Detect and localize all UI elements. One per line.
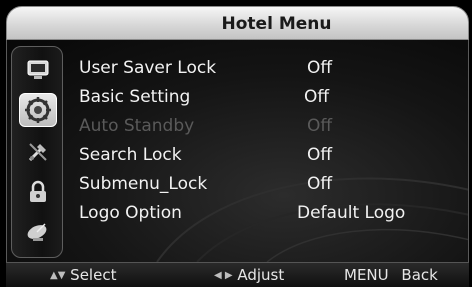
menu-item-submenu-lock[interactable]: Submenu_Lock Off [79, 170, 468, 198]
menu-item-value[interactable]: Off [307, 141, 332, 169]
menu-item-auto-standby: Auto Standby Off [79, 112, 468, 140]
help-adjust-label: Adjust [237, 266, 285, 284]
help-select: ▲▼ Select [50, 263, 116, 287]
settings-gear-icon[interactable] [19, 93, 57, 127]
title-bar: Hotel Menu [6, 6, 469, 40]
menu-item-value[interactable]: Default Logo [297, 199, 405, 227]
page-title: Hotel Menu [221, 14, 332, 34]
tools-icon[interactable] [24, 139, 52, 165]
menu-item-value: Off [307, 116, 333, 136]
category-icon-column [11, 46, 63, 258]
menu-panel: User Saver Lock Off Basic Setting Off Au… [6, 40, 469, 262]
menu-item-logo-option[interactable]: Logo Option Default Logo [79, 199, 468, 227]
menu-item-label: Basic Setting [79, 87, 191, 107]
menu-item-search-lock[interactable]: Search Lock Off [79, 141, 468, 169]
menu-item-value[interactable]: Off [304, 83, 329, 111]
help-menu-back: MENU Back [344, 263, 438, 287]
menu-item-label: Logo Option [79, 203, 182, 223]
left-right-arrow-icon: ◀ ▶ [214, 270, 233, 281]
menu-item-basic-setting[interactable]: Basic Setting Off [79, 83, 468, 111]
menu-item-label: Auto Standby [79, 116, 195, 136]
menu-key-label: MENU [344, 266, 389, 284]
picture-icon[interactable] [24, 57, 52, 83]
help-adjust: ◀ ▶ Adjust [214, 263, 284, 287]
menu-item-label: User Saver Lock [79, 58, 217, 78]
help-select-label: Select [70, 266, 117, 284]
menu-item-value[interactable]: Off [307, 170, 332, 198]
lock-icon[interactable] [24, 179, 52, 205]
help-back-label: Back [401, 266, 438, 284]
menu-item-value[interactable]: Off [307, 54, 332, 82]
satellite-dish-icon[interactable] [24, 219, 52, 245]
menu-item-label: Search Lock [79, 145, 182, 165]
menu-item-label: Submenu_Lock [79, 174, 208, 194]
help-bar: ▲▼ Select ◀ ▶ Adjust MENU Back [6, 262, 469, 287]
osd-window: Hotel Menu User Saver Lock Off Basic Set… [0, 0, 472, 287]
menu-item-user-saver-lock[interactable]: User Saver Lock Off [79, 54, 468, 82]
up-down-arrow-icon: ▲▼ [50, 270, 66, 281]
